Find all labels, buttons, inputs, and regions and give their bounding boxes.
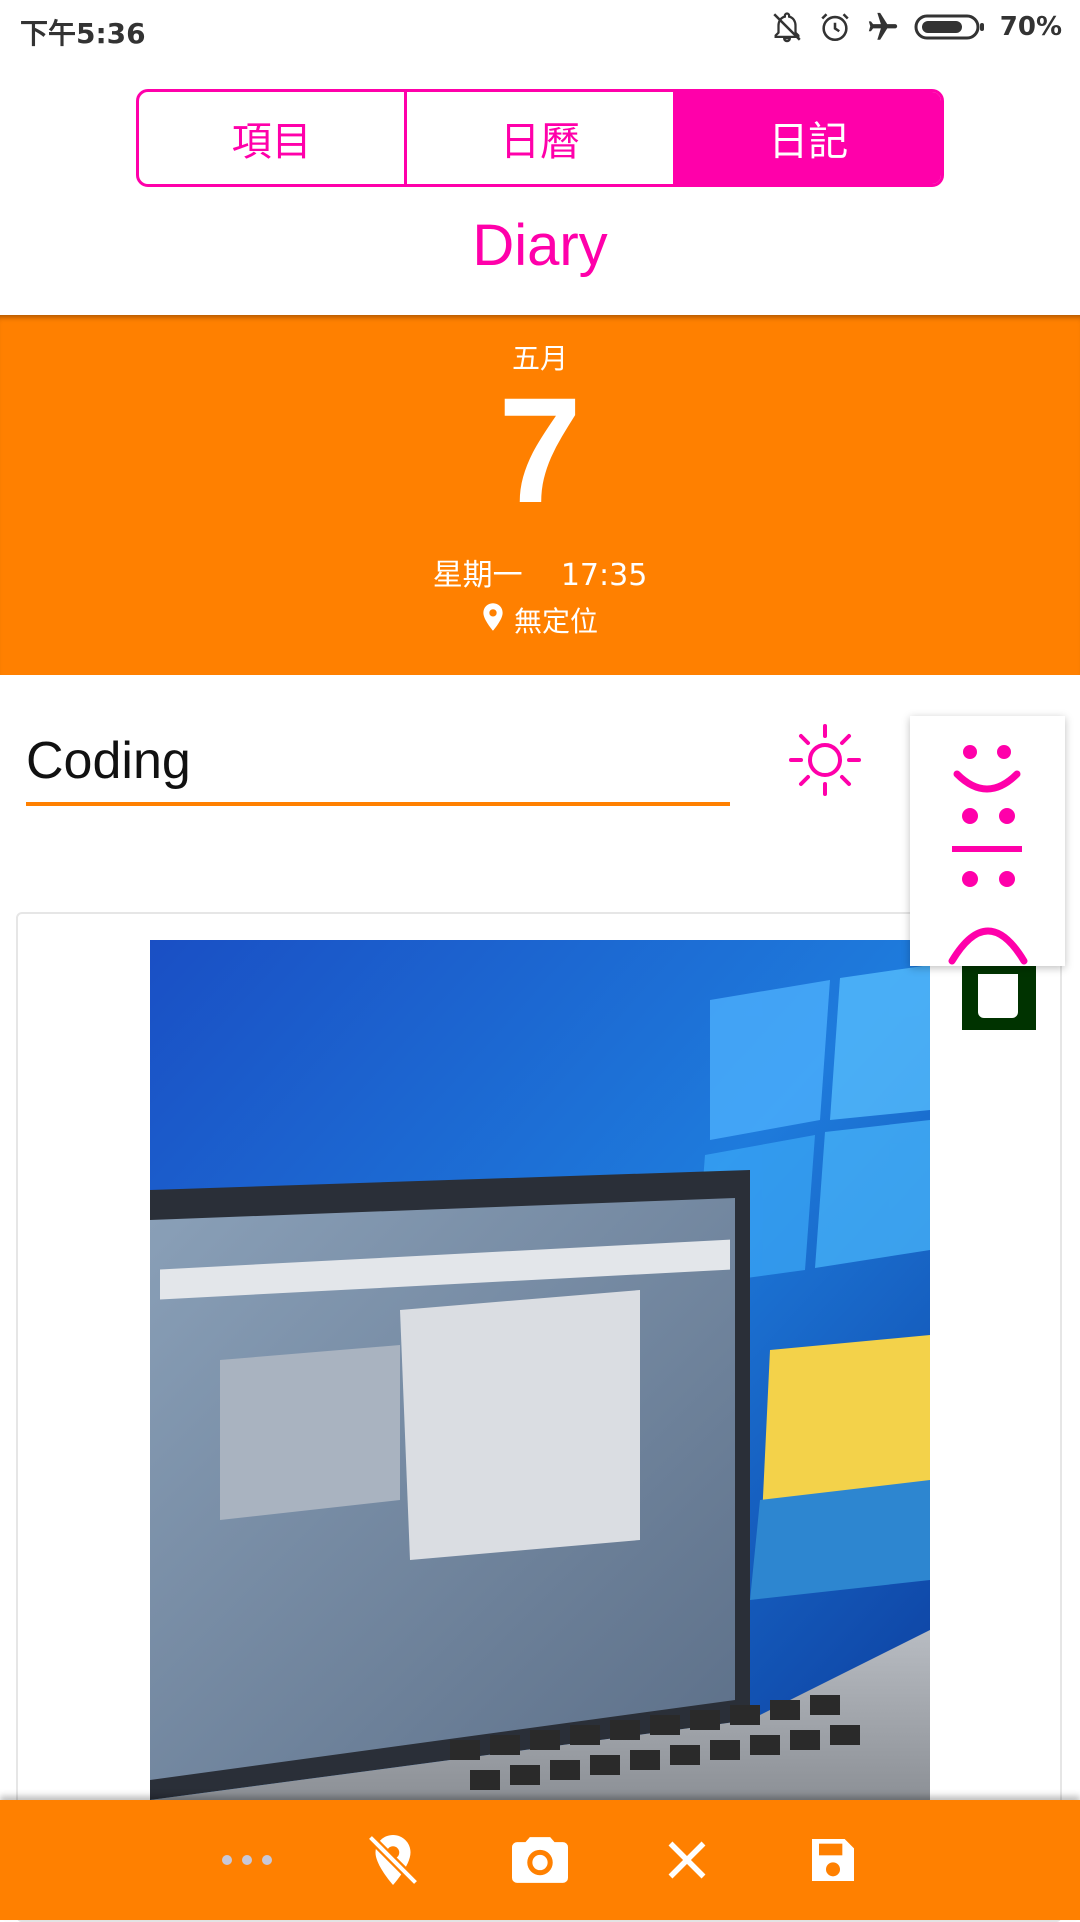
date-weekday-time: 星期一 17:35 [0,550,1080,594]
date-time: 17:35 [560,558,648,593]
trash-icon [978,974,1018,1018]
delete-photo-button[interactable] [962,960,1036,1030]
weather-button[interactable] [785,720,865,800]
neutral-face-icon[interactable] [952,808,1022,887]
location-off-icon [367,1834,419,1886]
section-tabs: 項目 日曆 日記 [136,89,944,187]
location-off-button[interactable] [358,1830,428,1890]
date-header[interactable]: 五月 7 星期一 17:35 無定位 [0,315,1080,675]
sad-face-icon[interactable] [948,927,1028,965]
status-time: 下午5:36 [20,17,146,50]
close-icon [668,1841,706,1879]
location-row[interactable]: 無定位 [0,600,1080,640]
attached-photo[interactable] [150,940,930,1800]
bottom-toolbar [0,1800,1080,1920]
mood-picker [910,716,1065,966]
entry-title-input[interactable] [26,720,730,806]
location-pin-icon [482,602,504,638]
more-button[interactable] [212,1830,282,1890]
status-bar: 下午5:36 70% [0,0,1080,60]
notifications-off-icon [770,10,804,44]
alarm-icon [818,10,852,44]
save-icon [812,1839,854,1881]
tab-diary[interactable]: 日記 [675,92,941,184]
more-icon [222,1855,272,1865]
sun-icon [789,724,861,796]
tab-items[interactable]: 項目 [139,92,408,184]
location-label: 無定位 [513,605,598,638]
camera-icon [512,1837,568,1883]
battery-icon [914,12,986,42]
happy-face-icon[interactable] [953,745,1021,793]
date-day: 7 [498,366,582,534]
tab-calendar[interactable]: 日曆 [407,92,676,184]
airplane-mode-icon [866,10,900,44]
date-weekday: 星期一 [432,558,523,593]
status-icons: 70% [770,10,1062,44]
camera-button[interactable] [505,1830,575,1890]
page-title: Diary [472,213,608,278]
save-button[interactable] [798,1830,868,1890]
discard-button[interactable] [652,1830,722,1890]
battery-percent: 70% [999,12,1062,42]
